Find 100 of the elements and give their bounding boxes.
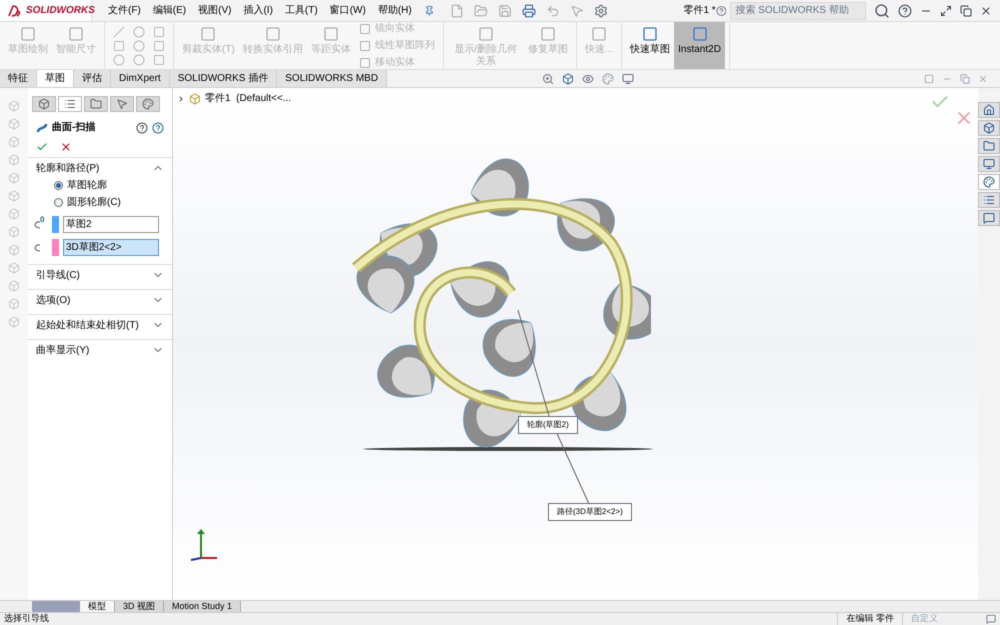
zoom-icon[interactable] [542,72,554,84]
sketch-tool-icon[interactable] [153,26,165,38]
sketch-tool-icon[interactable] [113,26,125,38]
task-pane-tab[interactable] [978,102,1000,118]
feature-icon[interactable] [8,190,20,202]
command-tab[interactable]: 草图 [37,70,74,87]
feature-icon[interactable] [8,298,20,310]
hide-show-icon[interactable] [582,72,594,84]
feature-icon[interactable] [8,262,20,274]
help-icon[interactable] [152,122,164,134]
view-tab[interactable]: Motion Study 1 [164,601,242,612]
appearance-icon[interactable] [602,72,614,84]
task-pane-tab[interactable] [978,138,1000,154]
menu-item[interactable]: 帮助(H) [378,3,412,18]
menu-item[interactable]: 文件(F) [108,3,141,18]
new-file-icon[interactable] [450,4,464,18]
menu-item[interactable]: 视图(V) [198,3,232,18]
undo-icon[interactable] [546,4,560,18]
maximize-icon[interactable] [940,4,952,16]
view-tab[interactable]: 模型 [80,601,115,612]
sweep-icon [36,122,48,134]
search-icon[interactable] [874,2,890,18]
task-pane-tab[interactable] [978,210,1000,226]
view-orientation-icon[interactable] [562,72,574,84]
help-icon[interactable] [716,4,726,16]
command-icon [478,26,494,42]
command-tab[interactable]: 特征 [0,70,37,87]
command-tab[interactable]: 评估 [74,70,111,87]
help-icon[interactable] [136,122,148,134]
cancel-icon[interactable] [60,141,72,153]
panel-tab[interactable] [84,96,108,112]
message-icon[interactable] [986,614,996,624]
panel-tab[interactable] [110,96,134,112]
sketch-tool-icon[interactable] [133,54,145,66]
feature-tree-item[interactable]: 零件1 (Default<<... [205,91,292,106]
task-pane-icon [983,104,995,116]
command-tab[interactable]: SOLIDWORKS MBD [277,70,388,87]
section-header[interactable]: 曲率显示(Y) [28,340,172,360]
ok-icon[interactable] [36,141,48,153]
help-icon[interactable] [898,4,912,18]
restore-icon[interactable] [960,4,972,16]
task-pane-icon [983,158,995,170]
command-tab[interactable]: DimXpert [111,70,170,87]
feature-icon[interactable] [8,172,20,184]
chevron-right-icon [177,94,185,102]
feature-icon[interactable] [8,280,20,292]
menu-item[interactable]: 窗口(W) [330,3,366,18]
menu-item[interactable]: 工具(T) [284,3,318,18]
feature-icon[interactable] [8,208,20,220]
command-icon [200,26,216,42]
sketch-tool-icon[interactable] [153,54,165,66]
ribbon-button[interactable]: Instant2D [674,22,725,69]
command-icon [358,40,371,52]
settings-icon[interactable] [594,4,608,18]
panel-tab[interactable] [32,96,56,112]
section-header[interactable]: 起始处和结束处相切(T) [28,315,172,335]
feature-icon[interactable] [8,100,20,112]
feature-icon[interactable] [8,226,20,238]
task-pane-icon [983,140,995,152]
sketch-tool-icon[interactable] [153,40,165,52]
view-settings-icon[interactable] [622,72,634,84]
print-icon[interactable] [522,4,536,18]
task-pane-tab[interactable] [978,192,1000,208]
close-icon[interactable] [980,4,992,16]
sketch-tool-icon[interactable] [113,40,125,52]
menu-item[interactable]: 插入(I) [243,3,273,18]
feature-icon[interactable] [8,316,20,328]
section-header[interactable]: 轮廓和路径(P) [28,158,172,178]
status-message: 选择引导线 [3,612,49,625]
pin-icon[interactable] [424,4,434,16]
task-pane-tab[interactable] [978,156,1000,172]
feature-icon[interactable] [8,244,20,256]
ribbon-button[interactable]: 快速草图 [626,22,674,69]
feature-icon[interactable] [8,136,20,148]
selection-field[interactable]: 3D草图2<2> [63,239,159,256]
radio-button[interactable] [54,198,63,207]
task-pane-tab[interactable] [978,174,1000,190]
section-header[interactable]: 选项(O) [28,290,172,310]
open-icon[interactable] [474,4,488,18]
tile-icon[interactable] [924,74,934,84]
sketch-tool-icon[interactable] [133,40,145,52]
radio-button[interactable] [54,181,63,190]
profile-icon [32,220,42,230]
task-pane-tab[interactable] [978,120,1000,136]
save-icon[interactable] [498,4,512,18]
panel-tab-icon [142,98,154,110]
feature-icon[interactable] [8,154,20,166]
panel-tab[interactable] [136,96,160,112]
search-field[interactable]: 搜索 SOLIDWORKS 帮助 [730,2,866,20]
section-header[interactable]: 引导线(C) [28,265,172,285]
sketch-tool-icon[interactable] [133,26,145,38]
view-tab[interactable]: 3D 视图 [115,601,164,612]
sketch-tool-icon[interactable] [113,54,125,66]
tree-expander[interactable] [177,94,185,102]
command-tab[interactable]: SOLIDWORKS 插件 [170,70,278,87]
feature-icon[interactable] [8,118,20,130]
selection-field[interactable]: 草图2 [63,216,159,233]
select-icon[interactable] [570,4,584,18]
panel-tab[interactable] [58,96,82,112]
menu-item[interactable]: 编辑(E) [152,3,186,18]
